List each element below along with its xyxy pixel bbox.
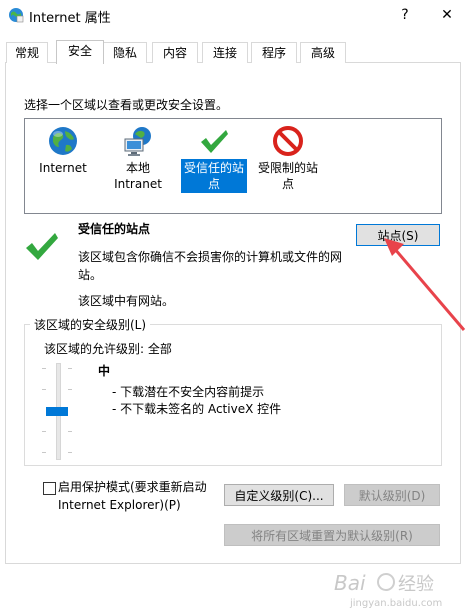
zone-label: Internet — [39, 161, 87, 175]
svg-text:Bai: Bai — [334, 571, 366, 595]
custom-level-button[interactable]: 自定义级别(C)... — [224, 484, 334, 506]
zone-label: 受信任的站点 — [181, 159, 247, 193]
level-name: 中 — [98, 364, 111, 378]
level-description-item: - 下载潜在不安全内容前提示 — [112, 385, 265, 399]
tab-privacy[interactable]: 隐私 — [103, 42, 147, 63]
trusted-check-icon — [26, 233, 58, 260]
zone-list: Internet 本地 Intranet 受信任的站点 受限制的站点 — [24, 118, 442, 214]
slider-thumb[interactable] — [46, 406, 68, 416]
zone-internet[interactable]: Internet — [33, 119, 93, 177]
check-icon — [201, 130, 228, 153]
selected-zone-title: 受信任的站点 — [78, 222, 151, 236]
slider-tick — [42, 368, 46, 369]
slider-tick — [68, 389, 72, 390]
protected-mode-checkbox[interactable] — [43, 482, 56, 495]
tab-general[interactable]: 常规 — [6, 42, 48, 63]
level-description-item: - 不下载未签名的 ActiveX 控件 — [112, 402, 282, 416]
intranet-icon — [124, 127, 151, 156]
protected-mode-label: 启用保护模式(要求重新启动 Internet Explorer)(P) — [58, 480, 207, 512]
selected-zone-description: 该区域包含你确信不会损害你的计算机或文件的网站。 — [78, 250, 343, 282]
baidu-watermark: Bai 经验 jingyan.baidu.com — [334, 571, 442, 609]
help-button[interactable]: ? — [390, 4, 420, 26]
slider-tick — [68, 431, 72, 432]
slider-tick — [68, 452, 72, 453]
svg-text:经验: 经验 — [398, 574, 434, 595]
tab-advanced[interactable]: 高级 — [300, 42, 346, 63]
slider-tick — [68, 368, 72, 369]
allowed-level-text: 该区域的允许级别: 全部 — [44, 342, 172, 356]
reset-all-zones-button[interactable]: 将所有区域重置为默认级别(R) — [224, 524, 440, 546]
internet-options-icon — [9, 8, 24, 23]
tab-content[interactable]: 内容 — [152, 42, 198, 63]
slider-tick — [42, 389, 46, 390]
zone-prompt: 选择一个区域以查看或更改安全设置。 — [24, 98, 229, 112]
window-title: Internet 属性 — [29, 11, 111, 26]
zone-label: 受限制的站点 — [257, 161, 318, 191]
tab-connections[interactable]: 连接 — [202, 42, 248, 63]
selected-zone-note: 该区域中有网站。 — [78, 294, 175, 308]
globe-icon — [49, 127, 77, 155]
annotation-arrow — [384, 238, 466, 331]
title-bar: Internet 属性 ? ✕ — [0, 0, 471, 30]
zone-local-intranet[interactable]: 本地 Intranet — [103, 119, 173, 193]
slider-tick — [42, 452, 46, 453]
close-button[interactable]: ✕ — [432, 4, 462, 26]
svg-text:jingyan.baidu.com: jingyan.baidu.com — [349, 598, 442, 609]
restricted-icon — [273, 126, 303, 156]
tab-security[interactable]: 安全 — [56, 40, 104, 64]
slider-tick — [42, 431, 46, 432]
zone-restricted-sites[interactable]: 受限制的站点 — [255, 119, 321, 193]
default-level-button[interactable]: 默认级别(D) — [344, 484, 440, 506]
tab-programs[interactable]: 程序 — [251, 42, 297, 63]
security-level-title: 该区域的安全级别(L) — [30, 316, 151, 333]
zone-trusted-sites[interactable]: 受信任的站点 — [181, 119, 247, 193]
zone-label: 本地 Intranet — [114, 161, 162, 191]
